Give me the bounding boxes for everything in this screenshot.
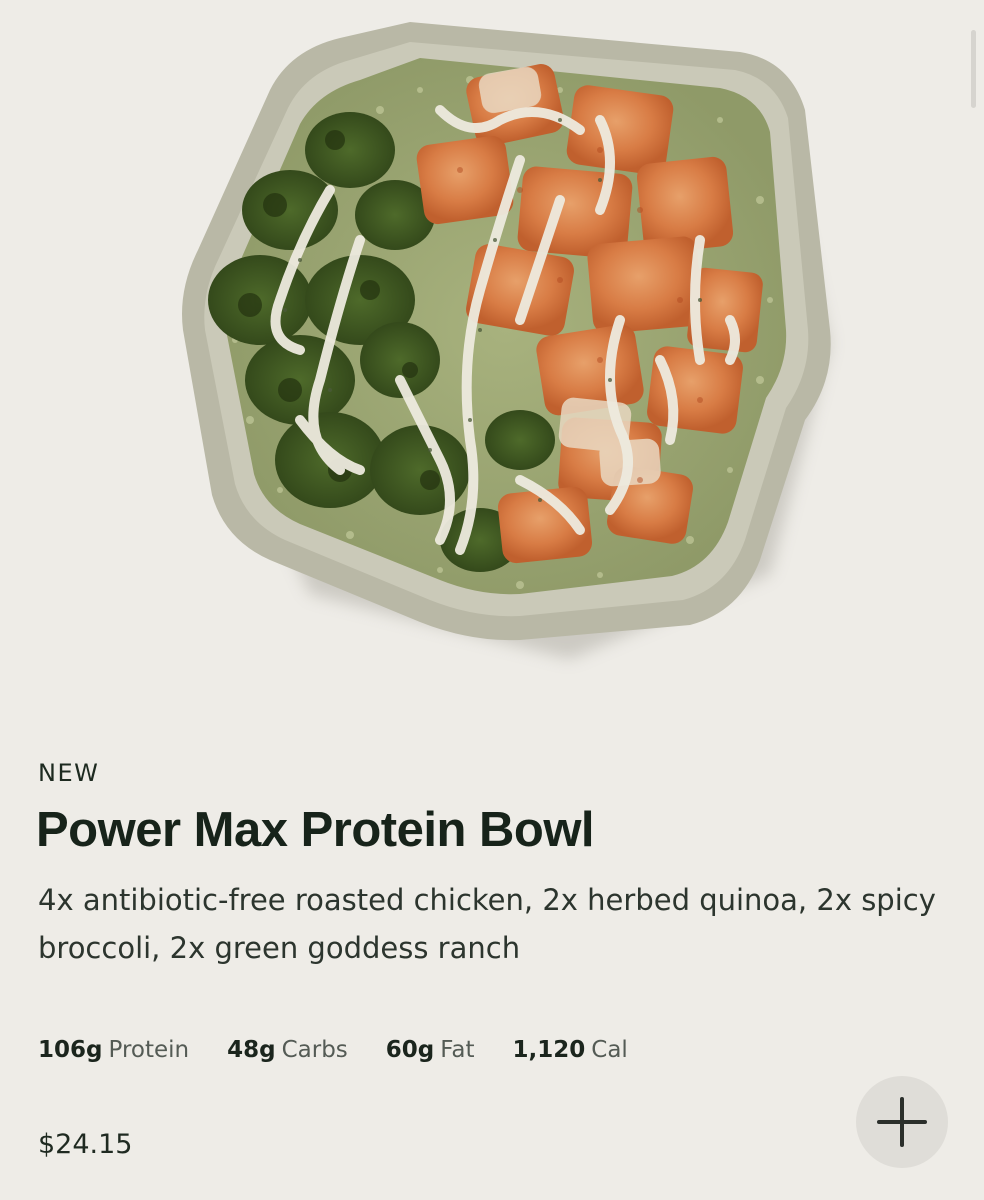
product-image bbox=[0, 0, 984, 700]
macro-fat: 60g Fat bbox=[386, 1033, 475, 1067]
macro-label: Fat bbox=[440, 1037, 475, 1063]
macro-value: 48g bbox=[227, 1037, 276, 1063]
product-description: 4x antibiotic-free roasted chicken, 2x h… bbox=[38, 883, 936, 965]
macro-value: 106g bbox=[38, 1037, 103, 1063]
macro-protein: 106g Protein bbox=[38, 1033, 189, 1067]
product-title: Power Max Protein Bowl bbox=[36, 803, 595, 857]
macro-calories: 1,120 Cal bbox=[513, 1033, 628, 1067]
macro-label: Carbs bbox=[281, 1037, 348, 1063]
product-price: $24.15 bbox=[38, 1129, 133, 1160]
add-to-cart-button[interactable] bbox=[856, 1076, 948, 1168]
macro-label: Protein bbox=[108, 1037, 190, 1063]
new-badge: NEW bbox=[38, 759, 100, 787]
macro-value: 1,120 bbox=[512, 1037, 586, 1063]
plus-icon bbox=[877, 1097, 927, 1147]
macro-carbs: 48g Carbs bbox=[227, 1033, 348, 1067]
nutrition-summary: 106g Protein 48g Carbs 60g Fat 1,120 Cal bbox=[38, 1033, 666, 1067]
macro-value: 60g bbox=[385, 1037, 435, 1063]
macro-label: Cal bbox=[591, 1037, 628, 1063]
